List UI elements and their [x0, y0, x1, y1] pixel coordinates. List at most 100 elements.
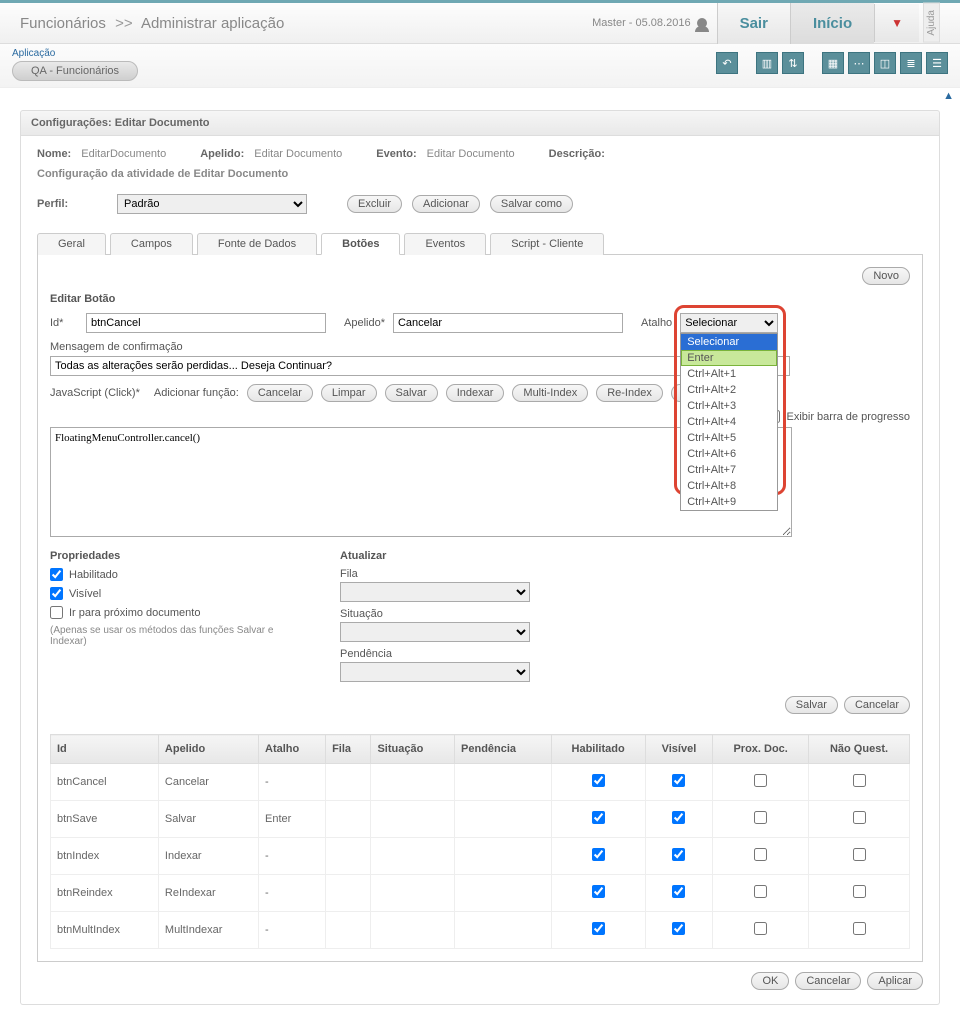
col-fila[interactable]: Fila: [326, 735, 371, 764]
tool-icon-4[interactable]: ⋯: [848, 52, 870, 74]
table-row[interactable]: btnIndexIndexar-: [51, 838, 910, 875]
cell-habilitado-checkbox[interactable]: [592, 922, 605, 935]
add-button[interactable]: Adicionar: [412, 195, 480, 213]
tool-icon-2[interactable]: ⇅: [782, 52, 804, 74]
msg-field[interactable]: [50, 356, 790, 376]
js-label: JavaScript (Click)*: [50, 387, 140, 399]
shortcut-option[interactable]: Enter: [681, 350, 777, 366]
tool-icon-7[interactable]: ☰: [926, 52, 948, 74]
cell-habilitado-checkbox[interactable]: [592, 774, 605, 787]
collapse-icon[interactable]: ▲: [0, 88, 960, 102]
cell-habilitado-checkbox[interactable]: [592, 811, 605, 824]
saveas-button[interactable]: Salvar como: [490, 195, 573, 213]
breadcrumb-part-a[interactable]: Funcionários: [20, 15, 106, 32]
cell-situacao: [371, 801, 455, 838]
undo-icon[interactable]: ↶: [716, 52, 738, 74]
col-habilitado[interactable]: Habilitado: [551, 735, 645, 764]
id-field[interactable]: [86, 313, 326, 333]
alias-field[interactable]: [393, 313, 623, 333]
tab-script[interactable]: Script - Cliente: [490, 233, 604, 255]
table-row[interactable]: btnCancelCancelar-: [51, 764, 910, 801]
col-atalho[interactable]: Atalho: [259, 735, 326, 764]
cell-habilitado-checkbox[interactable]: [592, 848, 605, 861]
tool-icon-1[interactable]: ▥: [756, 52, 778, 74]
cell-nao-checkbox[interactable]: [853, 848, 866, 861]
cell-prox-checkbox[interactable]: [754, 811, 767, 824]
col-id[interactable]: Id: [51, 735, 159, 764]
cell-visivel-checkbox[interactable]: [672, 811, 685, 824]
cell-nao-checkbox[interactable]: [853, 885, 866, 898]
cell-prox-checkbox[interactable]: [754, 922, 767, 935]
cell-prox-checkbox[interactable]: [754, 774, 767, 787]
col-pendencia[interactable]: Pendência: [455, 735, 552, 764]
home-button[interactable]: Início: [790, 3, 874, 44]
tool-icon-6[interactable]: ≣: [900, 52, 922, 74]
cell-nao-checkbox[interactable]: [853, 811, 866, 824]
col-situacao[interactable]: Situação: [371, 735, 455, 764]
shortcut-option[interactable]: Ctrl+Alt+6: [681, 446, 777, 462]
cell-habilitado-checkbox[interactable]: [592, 885, 605, 898]
tab-eventos[interactable]: Eventos: [404, 233, 486, 255]
delete-button[interactable]: Excluir: [347, 195, 402, 213]
shortcut-option[interactable]: Ctrl+Alt+8: [681, 478, 777, 494]
pendencia-select[interactable]: [340, 662, 530, 682]
fn-salvar-button[interactable]: Salvar: [385, 384, 438, 402]
footer-cancel-button[interactable]: Cancelar: [795, 972, 861, 990]
tool-icon-3[interactable]: ▦: [822, 52, 844, 74]
cell-nao-checkbox[interactable]: [853, 774, 866, 787]
fn-multi-button[interactable]: Multi-Index: [512, 384, 588, 402]
enabled-checkbox[interactable]: [50, 568, 63, 581]
ok-button[interactable]: OK: [751, 972, 789, 990]
exit-button[interactable]: Sair: [717, 3, 790, 44]
fn-cancelar-button[interactable]: Cancelar: [247, 384, 313, 402]
shortcut-option[interactable]: Ctrl+Alt+5: [681, 430, 777, 446]
col-nao[interactable]: Não Quest.: [809, 735, 910, 764]
cell-nao-checkbox[interactable]: [853, 922, 866, 935]
shortcut-option[interactable]: Ctrl+Alt+9: [681, 494, 777, 510]
tab-geral[interactable]: Geral: [37, 233, 106, 255]
cell-visivel-checkbox[interactable]: [672, 774, 685, 787]
breadcrumb-part-b[interactable]: Administrar aplicação: [141, 15, 284, 32]
new-button[interactable]: Novo: [862, 267, 910, 285]
shortcut-option[interactable]: Ctrl+Alt+1: [681, 366, 777, 382]
fila-select[interactable]: [340, 582, 530, 602]
nextdoc-checkbox[interactable]: [50, 606, 63, 619]
cell-visivel-checkbox[interactable]: [672, 848, 685, 861]
cell-visivel-checkbox[interactable]: [672, 922, 685, 935]
shortcut-option[interactable]: Ctrl+Alt+3: [681, 398, 777, 414]
tool-icon-5[interactable]: ◫: [874, 52, 896, 74]
shortcut-option[interactable]: Ctrl+Alt+4: [681, 414, 777, 430]
col-visivel[interactable]: Visível: [645, 735, 713, 764]
help-tab[interactable]: Ajuda: [923, 3, 940, 43]
dropdown-trigger[interactable]: ▼: [874, 4, 919, 42]
col-prox[interactable]: Prox. Doc.: [713, 735, 809, 764]
shortcut-dropdown[interactable]: Selecionar Enter Ctrl+Alt+1 Ctrl+Alt+2 C…: [680, 333, 778, 511]
table-row[interactable]: btnSaveSalvarEnter: [51, 801, 910, 838]
tab-fonte[interactable]: Fonte de Dados: [197, 233, 317, 255]
shortcut-option[interactable]: Ctrl+Alt+2: [681, 382, 777, 398]
cell-visivel-checkbox[interactable]: [672, 885, 685, 898]
cell-prox-checkbox[interactable]: [754, 885, 767, 898]
profile-select[interactable]: Padrão: [117, 194, 307, 214]
user-icon: [697, 18, 707, 28]
fn-reindex-button[interactable]: Re-Index: [596, 384, 663, 402]
cancel-button[interactable]: Cancelar: [844, 696, 910, 714]
table-row[interactable]: btnReindexReIndexar-: [51, 875, 910, 912]
cell-prox-checkbox[interactable]: [754, 848, 767, 861]
tab-botoes[interactable]: Botões: [321, 233, 400, 255]
shortcut-option[interactable]: Ctrl+Alt+7: [681, 462, 777, 478]
apply-button[interactable]: Aplicar: [867, 972, 923, 990]
situacao-select[interactable]: [340, 622, 530, 642]
tab-campos[interactable]: Campos: [110, 233, 193, 255]
shortcut-option[interactable]: Selecionar: [681, 334, 777, 350]
visible-checkbox[interactable]: [50, 587, 63, 600]
table-row[interactable]: btnMultIndexMultIndexar-: [51, 912, 910, 949]
col-apelido[interactable]: Apelido: [158, 735, 258, 764]
app-pill[interactable]: QA - Funcionários: [12, 61, 138, 81]
fn-indexar-button[interactable]: Indexar: [446, 384, 505, 402]
shortcut-select[interactable]: Selecionar: [680, 313, 778, 333]
subbar: Aplicação QA - Funcionários ↶ ▥ ⇅ ▦ ⋯ ◫ …: [0, 44, 960, 88]
cell-pendencia: [455, 875, 552, 912]
save-button[interactable]: Salvar: [785, 696, 838, 714]
fn-limpar-button[interactable]: Limpar: [321, 384, 377, 402]
